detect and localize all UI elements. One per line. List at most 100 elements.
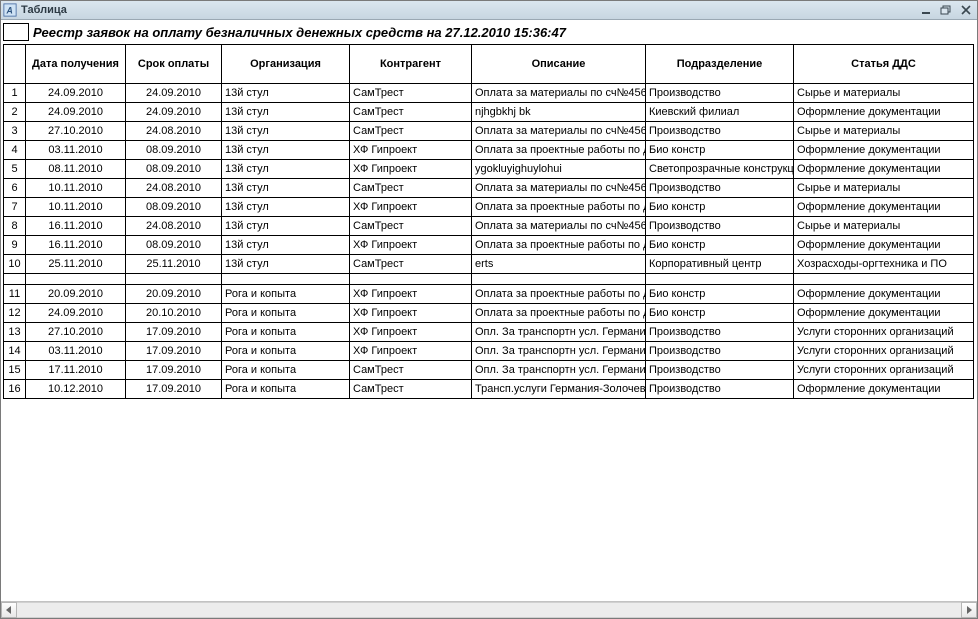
cell-idx[interactable]: 11 bbox=[4, 285, 26, 304]
table-row[interactable]: 710.11.201008.09.201013й стулХФ Гипроект… bbox=[4, 198, 974, 217]
cell-idx[interactable]: 15 bbox=[4, 361, 26, 380]
cell-dept[interactable]: Корпоративный центр bbox=[646, 255, 794, 274]
cell-received[interactable]: 24.09.2010 bbox=[26, 103, 126, 122]
cell-due[interactable]: 24.08.2010 bbox=[126, 217, 222, 236]
cell-due[interactable]: 08.09.2010 bbox=[126, 141, 222, 160]
cell-counterparty[interactable]: ХФ Гипроект bbox=[350, 160, 472, 179]
table-row[interactable]: 1327.10.201017.09.2010Рога и копытаХФ Ги… bbox=[4, 323, 974, 342]
minimize-button[interactable] bbox=[917, 3, 935, 17]
cell-desc[interactable]: Опл. За транспортн усл. Германи bbox=[472, 323, 646, 342]
cell-counterparty[interactable]: ХФ Гипроект bbox=[350, 285, 472, 304]
cell-org[interactable]: 13й стул bbox=[222, 198, 350, 217]
cell-org[interactable]: 13й стул bbox=[222, 84, 350, 103]
cell-received[interactable]: 10.11.2010 bbox=[26, 179, 126, 198]
cell-due[interactable]: 24.08.2010 bbox=[126, 179, 222, 198]
cell-counterparty[interactable]: ХФ Гипроект bbox=[350, 141, 472, 160]
col-org[interactable]: Организация bbox=[222, 45, 350, 84]
cell-dds[interactable]: Оформление документации bbox=[794, 304, 974, 323]
titlebar[interactable]: A Таблица bbox=[1, 1, 977, 20]
cell-org[interactable]: Рога и копыта bbox=[222, 285, 350, 304]
cell-desc[interactable]: Оплата за материалы по сч№456 bbox=[472, 217, 646, 236]
cell-due[interactable]: 17.09.2010 bbox=[126, 380, 222, 399]
table-row[interactable]: 816.11.201024.08.201013й стулСамТрестОпл… bbox=[4, 217, 974, 236]
cell-dept[interactable]: Производство bbox=[646, 361, 794, 380]
cell-idx[interactable]: 1 bbox=[4, 84, 26, 103]
cell-org[interactable]: 13й стул bbox=[222, 217, 350, 236]
cell-idx[interactable]: 12 bbox=[4, 304, 26, 323]
report-handle[interactable] bbox=[3, 23, 29, 41]
cell-counterparty[interactable]: СамТрест bbox=[350, 122, 472, 141]
cell-received[interactable]: 16.11.2010 bbox=[26, 217, 126, 236]
table-row[interactable]: 1403.11.201017.09.2010Рога и копытаХФ Ги… bbox=[4, 342, 974, 361]
col-idx[interactable] bbox=[4, 45, 26, 84]
cell-due[interactable]: 17.09.2010 bbox=[126, 342, 222, 361]
cell-received[interactable]: 10.12.2010 bbox=[26, 380, 126, 399]
cell-received[interactable]: 27.10.2010 bbox=[26, 323, 126, 342]
cell-desc[interactable]: Оплата за проектные работы по д bbox=[472, 304, 646, 323]
cell-due[interactable]: 17.09.2010 bbox=[126, 361, 222, 380]
cell-counterparty[interactable]: СамТрест bbox=[350, 84, 472, 103]
cell-idx[interactable]: 2 bbox=[4, 103, 26, 122]
cell-desc[interactable]: erts bbox=[472, 255, 646, 274]
cell-dds[interactable]: Сырье и материалы bbox=[794, 179, 974, 198]
cell-org[interactable]: Рога и копыта bbox=[222, 323, 350, 342]
cell-received[interactable]: 27.10.2010 bbox=[26, 122, 126, 141]
col-received[interactable]: Дата получения bbox=[26, 45, 126, 84]
cell-desc[interactable]: Оплата за проектные работы по д bbox=[472, 198, 646, 217]
cell-desc[interactable]: Оплата за материалы по сч№456 bbox=[472, 84, 646, 103]
cell-dds[interactable]: Оформление документации bbox=[794, 285, 974, 304]
cell-idx[interactable]: 5 bbox=[4, 160, 26, 179]
table-row[interactable]: 1610.12.201017.09.2010Рога и копытаСамТр… bbox=[4, 380, 974, 399]
cell-dds[interactable]: Оформление документации bbox=[794, 160, 974, 179]
table-row[interactable]: 403.11.201008.09.201013й стулХФ Гипроект… bbox=[4, 141, 974, 160]
cell-counterparty[interactable]: ХФ Гипроект bbox=[350, 342, 472, 361]
cell-received[interactable]: 10.11.2010 bbox=[26, 198, 126, 217]
cell-org[interactable]: Рога и копыта bbox=[222, 361, 350, 380]
table-row[interactable]: 1224.09.201020.10.2010Рога и копытаХФ Ги… bbox=[4, 304, 974, 323]
cell-counterparty[interactable]: СамТрест bbox=[350, 380, 472, 399]
cell-received[interactable]: 03.11.2010 bbox=[26, 342, 126, 361]
table-row[interactable]: 1120.09.201020.09.2010Рога и копытаХФ Ги… bbox=[4, 285, 974, 304]
cell-due[interactable]: 08.09.2010 bbox=[126, 160, 222, 179]
cell-org[interactable]: Рога и копыта bbox=[222, 342, 350, 361]
cell-idx[interactable]: 9 bbox=[4, 236, 26, 255]
cell-desc[interactable]: Оплата за материалы по сч№456 bbox=[472, 179, 646, 198]
cell-dds[interactable]: Сырье и материалы bbox=[794, 122, 974, 141]
cell-dds[interactable]: Услуги сторонних организаций bbox=[794, 323, 974, 342]
cell-received[interactable]: 16.11.2010 bbox=[26, 236, 126, 255]
cell-org[interactable]: 13й стул bbox=[222, 160, 350, 179]
col-dept[interactable]: Подразделение bbox=[646, 45, 794, 84]
cell-dds[interactable]: Оформление документации bbox=[794, 236, 974, 255]
cell-idx[interactable]: 6 bbox=[4, 179, 26, 198]
cell-due[interactable]: 24.08.2010 bbox=[126, 122, 222, 141]
cell-received[interactable]: 17.11.2010 bbox=[26, 361, 126, 380]
col-desc[interactable]: Описание bbox=[472, 45, 646, 84]
cell-desc[interactable]: Опл. За транспортн усл. Германи bbox=[472, 361, 646, 380]
restore-button[interactable] bbox=[937, 3, 955, 17]
col-dds[interactable]: Статья ДДС bbox=[794, 45, 974, 84]
cell-dept[interactable]: Производство bbox=[646, 179, 794, 198]
cell-counterparty[interactable]: СамТрест bbox=[350, 255, 472, 274]
cell-desc[interactable]: ygokluyighuylohui bbox=[472, 160, 646, 179]
table-row[interactable]: 327.10.201024.08.201013й стулСамТрестОпл… bbox=[4, 122, 974, 141]
cell-org[interactable]: Рога и копыта bbox=[222, 304, 350, 323]
col-counterparty[interactable]: Контрагент bbox=[350, 45, 472, 84]
cell-dept[interactable]: Светопрозрачные конструкц bbox=[646, 160, 794, 179]
cell-dds[interactable]: Оформление документации bbox=[794, 103, 974, 122]
table-row[interactable]: 916.11.201008.09.201013й стулХФ Гипроект… bbox=[4, 236, 974, 255]
horizontal-scrollbar[interactable] bbox=[1, 601, 977, 618]
cell-org[interactable]: 13й стул bbox=[222, 122, 350, 141]
cell-org[interactable]: 13й стул bbox=[222, 255, 350, 274]
cell-due[interactable]: 24.09.2010 bbox=[126, 103, 222, 122]
cell-dept[interactable]: Производство bbox=[646, 122, 794, 141]
cell-desc[interactable]: Оплата за проектные работы по д bbox=[472, 236, 646, 255]
cell-due[interactable]: 20.09.2010 bbox=[126, 285, 222, 304]
cell-desc[interactable]: njhgbkhj bk bbox=[472, 103, 646, 122]
scroll-left-button[interactable] bbox=[1, 602, 17, 618]
scroll-right-button[interactable] bbox=[961, 602, 977, 618]
cell-desc[interactable]: Оплата за проектные работы по д bbox=[472, 141, 646, 160]
cell-dept[interactable]: Производство bbox=[646, 84, 794, 103]
cell-due[interactable]: 20.10.2010 bbox=[126, 304, 222, 323]
cell-dds[interactable]: Оформление документации bbox=[794, 141, 974, 160]
cell-dept[interactable]: Био констр bbox=[646, 304, 794, 323]
